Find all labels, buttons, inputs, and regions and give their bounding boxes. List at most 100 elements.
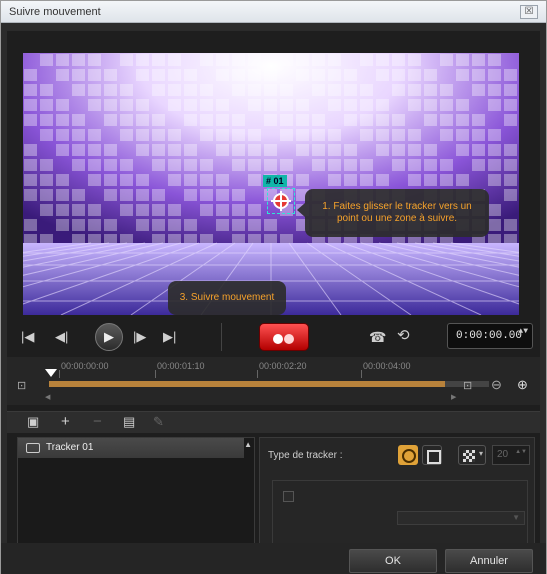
point-tracker-icon[interactable] — [398, 445, 418, 465]
playhead-handle[interactable] — [45, 369, 57, 377]
wall-tile — [248, 84, 261, 96]
object-dropdown[interactable]: ▼ — [397, 511, 525, 525]
crosshair-icon — [271, 191, 291, 211]
wall-tile — [296, 174, 309, 186]
previous-frame-button[interactable]: ◀| — [55, 329, 68, 345]
wall-tile — [56, 69, 69, 81]
wall-tile — [120, 114, 133, 126]
timeline-scroll-right[interactable]: ▶ — [451, 393, 456, 401]
wall-tile — [408, 84, 421, 96]
wall-tile — [312, 114, 325, 126]
area-size-spinner[interactable]: ▲▼ — [515, 449, 527, 455]
wall-tile — [136, 69, 149, 81]
history-icon[interactable]: ⟲ — [397, 328, 410, 344]
wall-tile — [360, 159, 373, 171]
timecode-field[interactable]: 0:00:00.00 ▲▼ — [447, 323, 533, 349]
goto-start-button[interactable]: |◀ — [21, 329, 34, 345]
wall-tile — [408, 159, 421, 171]
list-scroll-up[interactable]: ▲ — [244, 440, 252, 449]
goto-end-button[interactable]: ▶| — [163, 329, 176, 345]
track-motion-button[interactable] — [259, 323, 309, 351]
wall-tile — [200, 174, 213, 186]
wall-tile — [104, 69, 117, 81]
timeline-track[interactable] — [49, 381, 489, 387]
timeline: ⊡ 00:00:00:00 00:00:01:10 00:00:02:20 00… — [7, 357, 540, 405]
cancel-button[interactable]: Annuler — [445, 549, 533, 573]
area-size-field[interactable]: 20 ▲▼ — [492, 445, 530, 465]
wall-tile — [504, 219, 517, 231]
ruler-label-0: 00:00:00:00 — [61, 361, 109, 371]
wall-tile — [344, 159, 357, 171]
play-button[interactable]: ▶ — [95, 323, 123, 351]
wall-tile — [168, 84, 181, 96]
wall-tile — [40, 99, 53, 111]
instruction-callout-1: 1. Faites glisser le tracker vers un poi… — [297, 189, 489, 237]
chevron-down-icon: ▼ — [512, 513, 520, 522]
wall-tile — [56, 144, 69, 156]
wall-tile — [232, 69, 245, 81]
wall-tile — [280, 54, 293, 66]
wall-tile — [296, 114, 309, 126]
zoom-in-icon[interactable]: ⊕ — [517, 377, 528, 393]
object-checkbox[interactable] — [283, 491, 294, 502]
timeline-scroll-left[interactable]: ◀ — [45, 393, 50, 401]
add-tracker-button[interactable]: + — [61, 414, 70, 430]
edit-icon[interactable]: ✎ — [153, 414, 164, 430]
wall-tile — [200, 159, 213, 171]
camera-icon[interactable]: ▣ — [27, 414, 39, 430]
title-bar: Suivre mouvement ☒ — [1, 1, 546, 23]
wall-tile — [408, 54, 421, 66]
wall-tile — [232, 189, 245, 201]
mark-in-icon[interactable]: ⊡ — [17, 379, 26, 392]
area-tracker-icon[interactable] — [422, 445, 442, 465]
list-item[interactable]: Tracker 01 — [18, 438, 244, 458]
film-icon[interactable]: ▤ — [123, 414, 135, 430]
wall-tile — [72, 144, 85, 156]
wall-tile — [200, 99, 213, 111]
wall-tile — [504, 159, 517, 171]
wall-tile — [360, 114, 373, 126]
wall-tile — [472, 54, 485, 66]
wall-tile — [232, 129, 245, 141]
timecode-spinner[interactable]: ▲▼ — [518, 328, 528, 336]
wall-tile — [280, 114, 293, 126]
wall-tile — [168, 99, 181, 111]
wall-tile — [136, 174, 149, 186]
zoom-out-icon[interactable]: ⊖ — [491, 377, 502, 393]
remove-tracker-button[interactable]: − — [93, 414, 102, 430]
wall-tile — [88, 129, 101, 141]
wall-tile — [104, 114, 117, 126]
wall-tile — [440, 129, 453, 141]
mark-out-icon[interactable]: ⊡ — [463, 379, 472, 392]
wall-tile — [152, 129, 165, 141]
wall-tile — [56, 174, 69, 186]
tracker-handle[interactable] — [267, 188, 295, 214]
wall-tile — [344, 174, 357, 186]
next-frame-button[interactable]: |▶ — [133, 329, 146, 345]
ok-button[interactable]: OK — [349, 549, 437, 573]
wall-tile — [424, 174, 437, 186]
wall-tile — [120, 99, 133, 111]
wall-tile — [440, 54, 453, 66]
phone-icon[interactable]: ☎ — [369, 329, 386, 345]
wall-tile — [488, 84, 501, 96]
wall-tile — [344, 144, 357, 156]
video-preview[interactable]: # 01 1. Faites glisser le tracker vers u… — [23, 53, 519, 315]
wall-tile — [472, 129, 485, 141]
wall-tile — [136, 204, 149, 216]
wall-tile — [56, 114, 69, 126]
close-button[interactable]: ☒ — [520, 5, 538, 19]
wall-tile — [472, 69, 485, 81]
wall-tile — [488, 69, 501, 81]
wall-tile — [376, 144, 389, 156]
wall-tile — [440, 174, 453, 186]
wall-tile — [504, 84, 517, 96]
wall-tile — [200, 54, 213, 66]
grid-size-dropdown[interactable] — [458, 445, 486, 465]
wall-tile — [56, 219, 69, 231]
wall-tile — [264, 84, 277, 96]
wall-tile — [424, 114, 437, 126]
wall-tile — [456, 174, 469, 186]
wall-tile — [184, 159, 197, 171]
wall-tile — [136, 219, 149, 231]
